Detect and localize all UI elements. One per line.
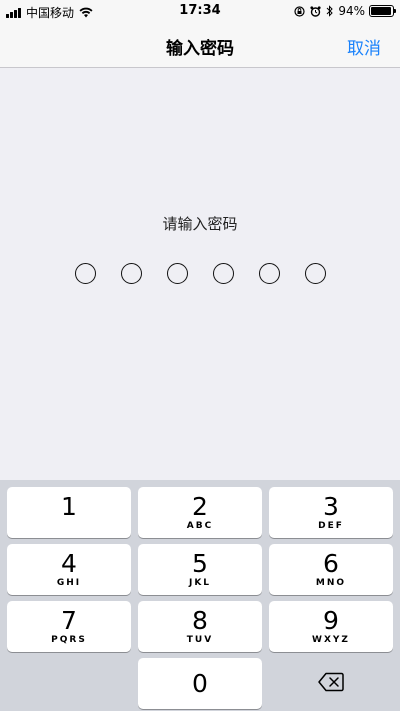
cancel-button[interactable]: 取消 <box>347 34 381 59</box>
delete-button[interactable] <box>269 658 393 709</box>
key-3[interactable]: 3 DEF <box>269 487 393 538</box>
passcode-dot <box>166 263 188 284</box>
key-1[interactable]: 1 <box>7 487 131 538</box>
key-letters: DEF <box>318 521 344 531</box>
battery-level <box>371 7 391 15</box>
page-title: 输入密码 <box>166 39 234 59</box>
status-bar: 中国移动 17:34 94% <box>0 0 400 22</box>
key-digit: 0 <box>192 669 208 698</box>
passcode-dot <box>212 263 234 284</box>
passcode-dot <box>258 263 280 284</box>
key-digit: 2 <box>192 492 208 521</box>
key-7[interactable]: 7 PQRS <box>7 601 131 652</box>
bluetooth-icon <box>326 5 334 17</box>
key-digit: 1 <box>61 492 77 521</box>
passcode-prompt: 请输入密码 <box>162 215 238 233</box>
key-digit: 6 <box>323 549 339 578</box>
key-digit: 4 <box>61 549 77 578</box>
key-letters: PQRS <box>51 635 87 645</box>
key-letters: JKL <box>188 578 212 588</box>
key-letters: ABC <box>186 521 214 531</box>
key-8[interactable]: 8 TUV <box>138 601 262 652</box>
battery-percentage: 94% <box>338 4 365 18</box>
passcode-dots <box>0 263 400 284</box>
numeric-keypad: 1 2 ABC 3 DEF 4 GHI 5 JKL 6 MNO 7 PQRS 8 TUV 9 WXYZ 0 <box>0 480 400 711</box>
key-letters: TUV <box>186 635 214 645</box>
key-digit: 3 <box>323 492 339 521</box>
key-6[interactable]: 6 MNO <box>269 544 393 595</box>
passcode-dot <box>120 263 142 284</box>
key-digit: 7 <box>61 606 77 635</box>
key-2[interactable]: 2 ABC <box>138 487 262 538</box>
key-digit: 8 <box>192 606 208 635</box>
key-digit: 5 <box>192 549 208 578</box>
key-digit: 9 <box>323 606 339 635</box>
battery-icon <box>369 5 396 17</box>
passcode-dot <box>304 263 326 284</box>
key-4[interactable]: 4 GHI <box>7 544 131 595</box>
orientation-lock-icon <box>294 5 305 17</box>
alarm-icon <box>310 5 321 17</box>
navigation-bar: 输入密码 取消 <box>0 22 400 68</box>
status-bar-right: 94% <box>294 4 396 18</box>
passcode-dot <box>74 263 96 284</box>
key-letters: MNO <box>315 578 347 588</box>
key-9[interactable]: 9 WXYZ <box>269 601 393 652</box>
key-letters: WXYZ <box>312 635 350 645</box>
key-letters: GHI <box>56 578 82 588</box>
backspace-icon <box>318 672 344 692</box>
key-5[interactable]: 5 JKL <box>138 544 262 595</box>
key-0[interactable]: 0 <box>138 658 262 709</box>
